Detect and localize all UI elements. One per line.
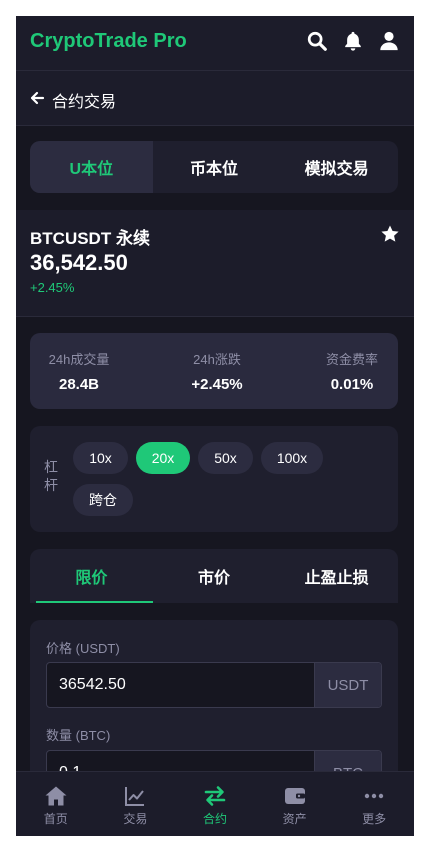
search-icon[interactable] (306, 30, 328, 52)
leverage-selector: 杠杆 10x 20x 50x 100x 跨仓 (30, 426, 398, 532)
stat-value: 28.4B (58, 376, 100, 393)
ticker-price: 36,542.50 (30, 250, 128, 275)
market-stats: 24h成交量 28.4B 24h涨跌 +2.45% 资金费率 0.01% (30, 333, 398, 409)
home-icon (44, 784, 68, 808)
order-type-tabs: 限价 市价 止盈止损 (30, 549, 398, 603)
leverage-option-10x[interactable]: 10x (73, 442, 128, 474)
page-header: 合约交易 (16, 71, 414, 126)
more-icon (362, 784, 386, 808)
leverage-option-cross[interactable]: 跨仓 (73, 484, 133, 516)
ticker-symbol: BTCUSDT 永续 (30, 229, 150, 248)
stat-volume: 24h成交量 28.4B (46, 349, 112, 393)
brand-logo: CryptoTrade Pro (30, 30, 187, 52)
tab-market-order[interactable]: 市价 (153, 549, 276, 603)
ticker-panel: BTCUSDT 永续 36,542.50 +2.45% (16, 210, 414, 317)
bottom-nav: 首页 交易 合约 资产 更多 (16, 771, 414, 836)
stat-24h-change: 24h涨跌 +2.45% (182, 349, 252, 393)
leverage-option-50x[interactable]: 50x (198, 442, 253, 474)
stat-label: 24h成交量 (48, 352, 110, 367)
nav-item-more[interactable]: 更多 (334, 772, 414, 836)
ticker-change: +2.45% (30, 280, 75, 295)
chart-line-icon (123, 784, 147, 808)
contract-mode-tabs: U本位 币本位 模拟交易 (30, 141, 398, 193)
stat-label: 资金费率 (325, 352, 378, 367)
star-icon[interactable] (380, 224, 400, 244)
tab-usdt-margined[interactable]: U本位 (30, 141, 153, 193)
nav-label: 更多 (362, 812, 387, 826)
tab-limit-order[interactable]: 限价 (30, 549, 153, 603)
stat-label: 24h涨跌 (193, 352, 241, 367)
nav-label: 合约 (202, 812, 227, 826)
stat-funding-rate: 资金费率 0.01% (322, 349, 382, 393)
page-title: 合约交易 (52, 94, 117, 111)
user-icon[interactable] (378, 30, 400, 52)
quantity-label: 数量 (BTC) (46, 728, 111, 743)
tab-simulated-trading[interactable]: 模拟交易 (275, 141, 398, 193)
nav-item-trade[interactable]: 交易 (96, 772, 176, 836)
price-unit: USDT (314, 663, 381, 707)
leverage-option-20x[interactable]: 20x (136, 442, 190, 474)
swap-icon (203, 784, 227, 808)
price-field: USDT (46, 662, 382, 708)
leverage-label: 杠杆 (44, 459, 58, 493)
wallet-icon (283, 784, 307, 808)
nav-label: 资产 (282, 812, 307, 826)
price-input[interactable] (47, 663, 303, 707)
stat-value: 0.01% (330, 376, 374, 393)
tab-tp-sl-order[interactable]: 止盈止损 (275, 549, 398, 603)
nav-label: 交易 (123, 812, 148, 826)
header-actions (306, 30, 400, 52)
stat-value: +2.45% (191, 376, 243, 393)
nav-item-home[interactable]: 首页 (16, 772, 96, 836)
tab-coin-margined[interactable]: 币本位 (153, 141, 276, 193)
nav-label: 首页 (43, 812, 68, 826)
app-screen: CryptoTrade Pro 合约交易 U本位 币本位 模拟交易 BTCUSD… (16, 16, 414, 836)
leverage-option-100x[interactable]: 100x (261, 442, 323, 474)
top-bar: CryptoTrade Pro (16, 16, 414, 71)
nav-item-futures[interactable]: 合约 (175, 772, 255, 836)
nav-item-assets[interactable]: 资产 (255, 772, 335, 836)
bell-icon[interactable] (342, 30, 364, 52)
price-label: 价格 (USDT) (46, 641, 120, 656)
arrow-left-icon[interactable] (29, 90, 45, 106)
